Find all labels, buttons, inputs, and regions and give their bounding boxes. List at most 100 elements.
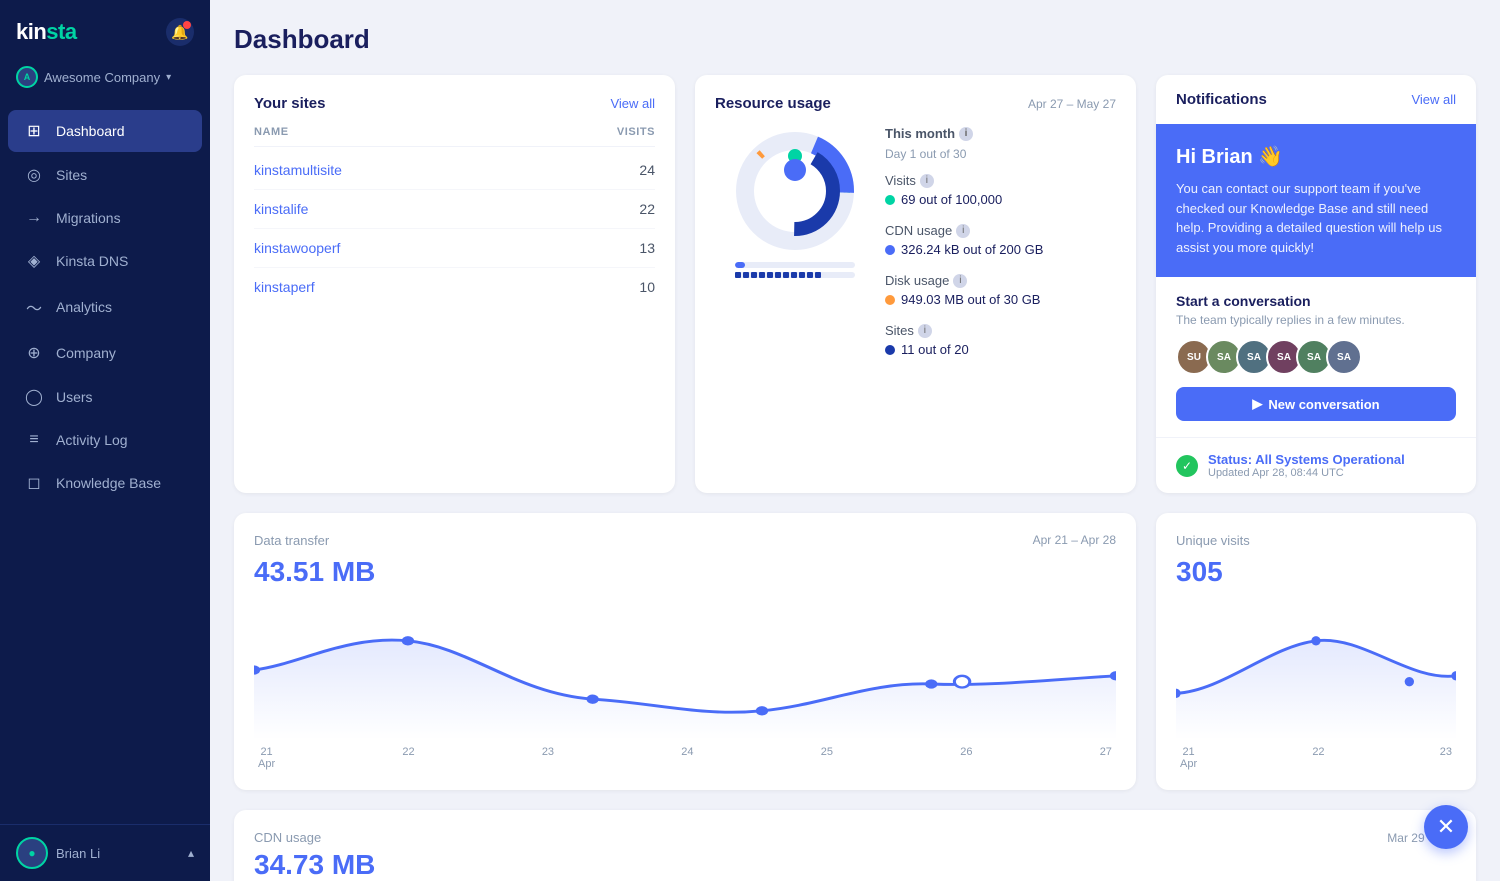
cdn-value: 34.73 MB — [254, 849, 1456, 881]
info-icon[interactable]: i — [918, 324, 932, 338]
sites-card-title: Your sites — [254, 95, 325, 112]
sites-table-header: NAME VISITS — [254, 126, 655, 147]
sidebar-item-knowledge-base[interactable]: ◻ Knowledge Base — [8, 462, 202, 504]
data-transfer-card: Data transfer Apr 21 – Apr 28 43.51 MB — [234, 513, 1136, 790]
unique-visits-chart — [1176, 600, 1456, 740]
sidebar-item-sites[interactable]: ◎ Sites — [8, 154, 202, 196]
knowledge-icon: ◻ — [24, 473, 44, 493]
logo: kinsta — [16, 19, 77, 45]
sidebar-item-label: Company — [56, 345, 116, 361]
sidebar-item-users[interactable]: ◯ Users — [8, 376, 202, 418]
resource-stats: This month i Day 1 out of 30 Visits i 69… — [885, 126, 1116, 373]
resource-value: 69 out of 100,000 — [885, 192, 1116, 207]
bell-badge — [183, 21, 191, 29]
resource-label: Visits i — [885, 173, 1116, 188]
donut-chart — [730, 126, 860, 256]
chart-value: 305 — [1176, 556, 1456, 588]
chart-meta: Unique visits — [1176, 533, 1456, 548]
close-icon: ✕ — [1437, 814, 1455, 840]
data-transfer-chart — [254, 600, 1116, 740]
sidebar-item-label: Migrations — [56, 210, 121, 226]
site-visits: 10 — [639, 279, 655, 295]
notif-view-all[interactable]: View all — [1411, 92, 1456, 107]
company-icon: ⊕ — [24, 343, 44, 363]
notif-message: You can contact our support team if you'… — [1176, 179, 1456, 257]
chart-date: Apr 21 – Apr 28 — [1033, 533, 1116, 547]
axis-label: 27 — [1100, 746, 1112, 770]
company-selector[interactable]: A Awesome Company ▾ — [0, 58, 210, 104]
chevron-down-icon: ▾ — [166, 72, 171, 83]
table-row: kinstaperf 10 — [254, 268, 655, 306]
resource-card-title: Resource usage — [715, 95, 831, 112]
resource-date-range: Apr 27 – May 27 — [1028, 97, 1116, 111]
sidebar-item-label: Users — [56, 389, 93, 405]
charts-grid: Data transfer Apr 21 – Apr 28 43.51 MB — [234, 513, 1476, 790]
sidebar-item-dashboard[interactable]: ⊞ Dashboard — [8, 110, 202, 152]
activity-icon: ≡ — [24, 431, 44, 449]
sites-card: Your sites View all NAME VISITS kinstamu… — [234, 75, 675, 493]
axis-label: 26 — [960, 746, 972, 770]
notifications-card: Notifications View all Hi Brian 👋 You ca… — [1156, 75, 1476, 493]
sidebar-item-company[interactable]: ⊕ Company — [8, 332, 202, 374]
donut-chart-area — [715, 126, 875, 278]
chart-label: Unique visits — [1176, 533, 1250, 548]
company-avatar: A — [16, 66, 38, 88]
user-name: Brian Li — [56, 846, 100, 861]
info-icon[interactable]: i — [956, 224, 970, 238]
float-close-button[interactable]: ✕ — [1424, 805, 1468, 849]
page-title: Dashboard — [234, 24, 1476, 55]
send-icon: ▶ — [1252, 396, 1262, 412]
sites-view-all-link[interactable]: View all — [610, 96, 655, 111]
migrations-icon: → — [24, 209, 44, 227]
new-conversation-button[interactable]: ▶ New conversation — [1176, 387, 1456, 421]
cdn-section: CDN usage Mar 29 – Apr 34.73 MB — [234, 810, 1476, 881]
status-box: ✓ Status: All Systems Operational Update… — [1156, 438, 1476, 493]
dashboard-icon: ⊞ — [24, 121, 44, 141]
axis-label: 23 — [542, 746, 554, 770]
sidebar-footer: ● Brian Li ▴ — [0, 824, 210, 881]
support-avatars: SU SA SA SA SA SA — [1176, 339, 1456, 375]
col-visits: VISITS — [617, 126, 655, 138]
site-link[interactable]: kinstaperf — [254, 279, 315, 295]
notifications-bell[interactable]: 🔔 — [166, 18, 194, 46]
resource-item-disk: Disk usage i 949.03 MB out of 30 GB — [885, 273, 1116, 307]
line-chart-svg — [1176, 600, 1456, 740]
sidebar-item-analytics[interactable]: 〜 Analytics — [8, 284, 202, 330]
sidebar-item-label: Activity Log — [56, 432, 128, 448]
sidebar-item-label: Sites — [56, 167, 87, 183]
sidebar-item-activity-log[interactable]: ≡ Activity Log — [8, 420, 202, 460]
sidebar-header: kinsta 🔔 — [0, 0, 210, 58]
avatar: SA — [1326, 339, 1362, 375]
table-row: kinstalife 22 — [254, 190, 655, 229]
site-link[interactable]: kinstamultisite — [254, 162, 342, 178]
info-icon[interactable]: i — [959, 127, 973, 141]
status-operational-icon: ✓ — [1176, 455, 1198, 477]
site-visits: 22 — [639, 201, 655, 217]
site-link[interactable]: kinstalife — [254, 201, 308, 217]
sidebar-item-migrations[interactable]: → Migrations — [8, 198, 202, 238]
chat-title: Start a conversation — [1176, 293, 1456, 309]
sidebar-item-kinsta-dns[interactable]: ◈ Kinsta DNS — [8, 240, 202, 282]
chart-label: Data transfer — [254, 533, 329, 548]
resource-value: 11 out of 20 — [885, 342, 1116, 357]
cdn-header: CDN usage Mar 29 – Apr — [254, 830, 1456, 845]
axis-label: 22 — [402, 746, 414, 770]
status-info: Status: All Systems Operational Updated … — [1208, 452, 1405, 479]
axis-label: 21Apr — [1180, 746, 1197, 770]
info-icon[interactable]: i — [920, 174, 934, 188]
resource-card-inner: This month i Day 1 out of 30 Visits i 69… — [715, 126, 1116, 373]
axis-label: 23 — [1440, 746, 1452, 770]
site-link[interactable]: kinstawooperf — [254, 240, 340, 256]
sites-card-header: Your sites View all — [254, 95, 655, 112]
info-icon[interactable]: i — [953, 274, 967, 288]
sidebar-item-label: Dashboard — [56, 123, 125, 139]
axis-label: 25 — [821, 746, 833, 770]
resource-label: Sites i — [885, 323, 1116, 338]
this-month-label: This month i — [885, 126, 1116, 141]
resource-item-cdn: CDN usage i 326.24 kB out of 200 GB — [885, 223, 1116, 257]
resource-item-sites: Sites i 11 out of 20 — [885, 323, 1116, 357]
resource-label: Disk usage i — [885, 273, 1116, 288]
chat-subtitle: The team typically replies in a few minu… — [1176, 313, 1456, 327]
chart-xaxis: 21Apr 22 23 — [1176, 746, 1456, 770]
resource-label: CDN usage i — [885, 223, 1116, 238]
